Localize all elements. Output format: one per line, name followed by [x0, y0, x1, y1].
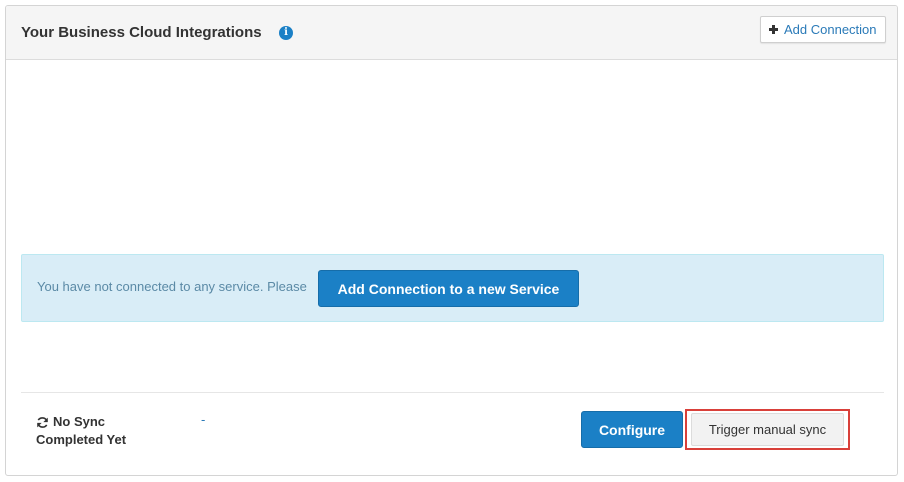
plus-icon [769, 25, 778, 34]
sync-status-line1: No Sync [53, 414, 106, 429]
divider [21, 392, 884, 393]
add-connection-label: Add Connection [784, 22, 877, 37]
integrations-panel: Your Business Cloud Integrations i Add C… [5, 5, 898, 476]
refresh-icon [37, 416, 48, 428]
page-title: Your Business Cloud Integrations [21, 24, 262, 41]
alert-message: You have not connected to any service. P… [37, 279, 307, 294]
panel-header: Your Business Cloud Integrations i Add C… [6, 6, 897, 60]
configure-button[interactable]: Configure [581, 411, 683, 448]
sync-status: No Sync Completed Yet [36, 413, 126, 449]
add-connection-button[interactable]: Add Connection [760, 16, 886, 43]
trigger-manual-sync-button[interactable]: Trigger manual sync [691, 413, 844, 446]
sync-status-line2: Completed Yet [36, 432, 127, 447]
add-connection-service-button[interactable]: Add Connection to a new Service [318, 270, 579, 307]
no-connection-alert: You have not connected to any service. P… [21, 254, 884, 322]
sync-value: - [201, 412, 206, 427]
trigger-manual-sync-highlight: Trigger manual sync [685, 409, 850, 450]
info-icon[interactable]: i [279, 26, 293, 40]
